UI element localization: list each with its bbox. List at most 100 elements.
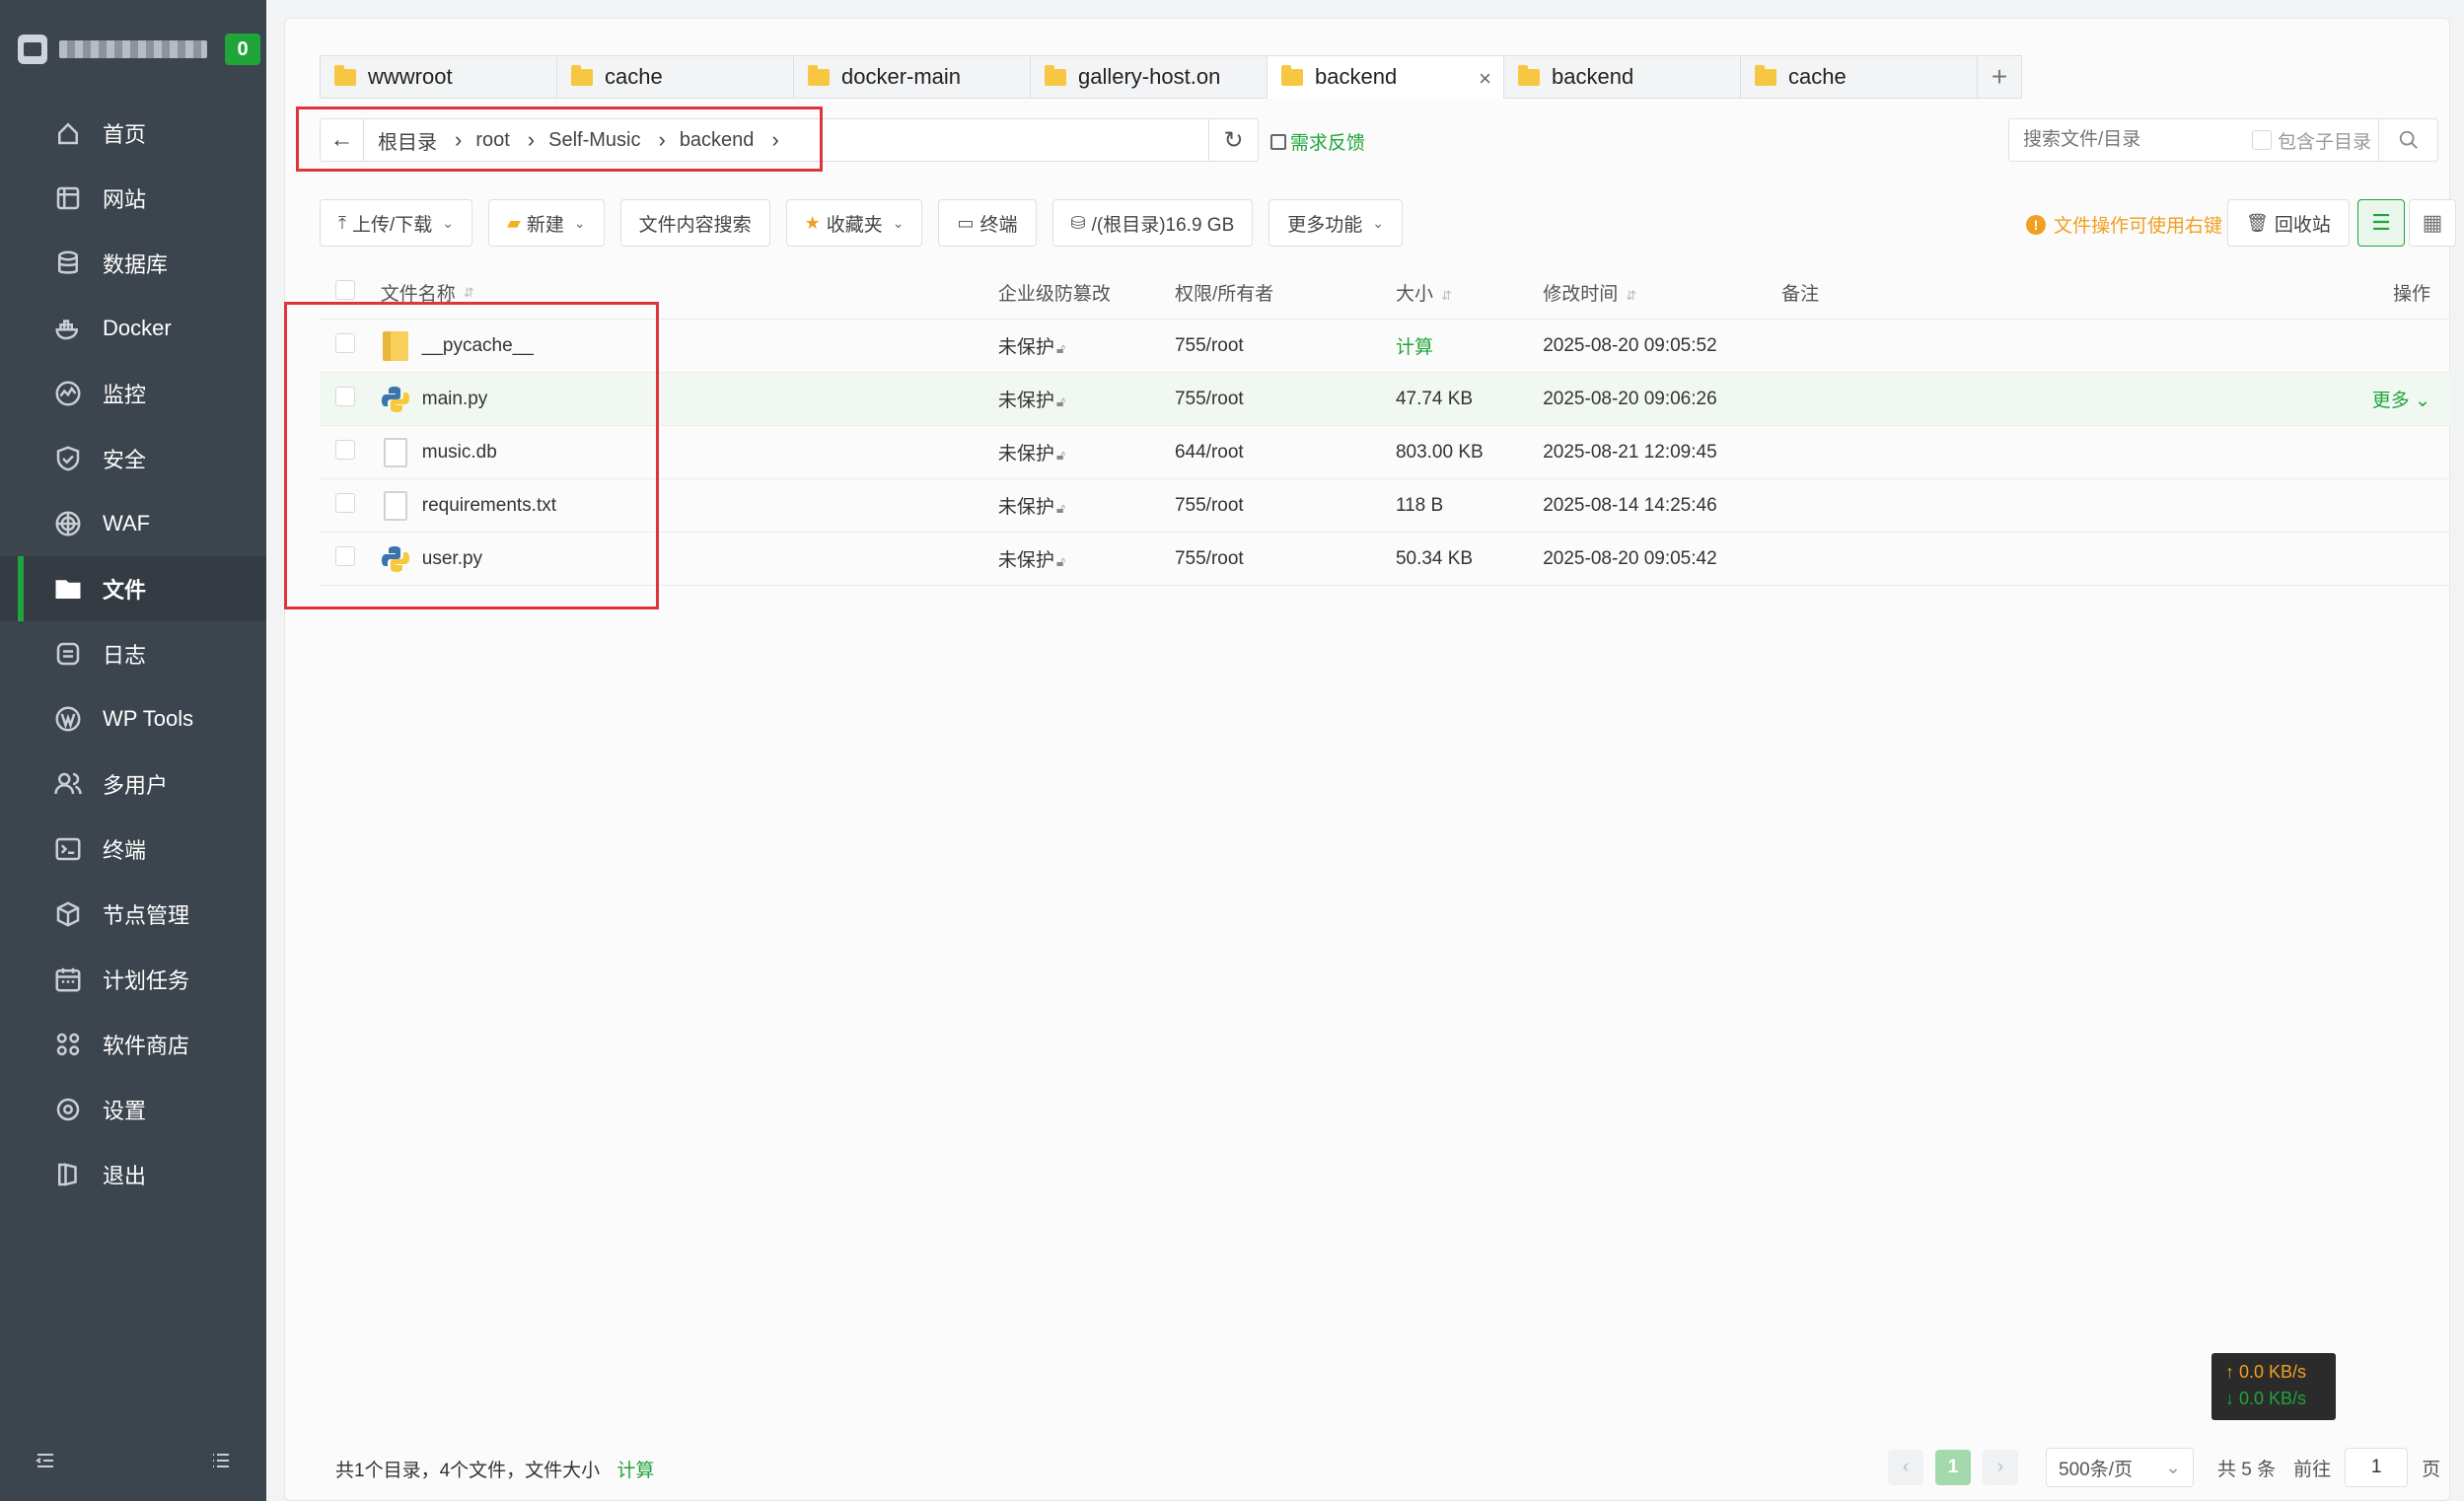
permission[interactable]: 755/root bbox=[1175, 335, 1396, 357]
page-size-select[interactable]: 500条/页 ⌄ bbox=[2046, 1448, 2194, 1487]
protection-status[interactable]: 未保护 bbox=[998, 497, 1054, 518]
terminal-button[interactable]: ▭ 终端 bbox=[938, 199, 1037, 247]
file-size: 50.34 KB bbox=[1395, 547, 1474, 569]
list-view-button[interactable]: ☰ bbox=[2357, 199, 2405, 247]
new-button[interactable]: ▰ 新建 ⌄ bbox=[487, 199, 605, 247]
list-menu-icon[interactable] bbox=[209, 1449, 233, 1477]
home-icon bbox=[53, 118, 83, 148]
sidebar-item-7[interactable]: 文件 bbox=[0, 556, 266, 621]
sidebar-item-13[interactable]: 计划任务 bbox=[0, 947, 266, 1012]
disk-button[interactable]: ⛁/(根目录)16.9 GB bbox=[1051, 199, 1254, 247]
favorites-button[interactable]: ★ 收藏夹 ⌄ bbox=[785, 199, 923, 247]
folder-icon bbox=[808, 64, 830, 86]
sort-icon[interactable]: ⇵ bbox=[1626, 288, 1636, 303]
protection-status[interactable]: 未保护 bbox=[998, 550, 1054, 571]
folder-tab[interactable]: docker-main bbox=[793, 55, 1030, 99]
notification-badge[interactable]: 0 bbox=[225, 34, 260, 65]
grid-view-button[interactable]: ▦ bbox=[2409, 199, 2456, 247]
sidebar-item-5[interactable]: 安全 bbox=[0, 426, 266, 491]
refresh-button[interactable]: ↻ bbox=[1208, 119, 1258, 161]
terminal-icon bbox=[53, 834, 83, 864]
recycle-bin-button[interactable]: 🗑 回收站 bbox=[2227, 199, 2350, 247]
checkbox[interactable] bbox=[2252, 130, 2272, 150]
tab-label: cache bbox=[1788, 64, 1847, 89]
sidebar-item-label: Docker bbox=[103, 316, 172, 340]
col-time[interactable]: 修改时间 bbox=[1543, 284, 1618, 305]
sidebar-item-label: 终端 bbox=[103, 838, 147, 863]
sidebar-item-6[interactable]: WAF bbox=[0, 491, 266, 556]
upload-download-button[interactable]: ⤒ 上传/下载 ⌄ bbox=[320, 199, 472, 247]
folder-tab[interactable]: backend bbox=[1503, 55, 1740, 99]
sort-icon[interactable]: ⇵ bbox=[464, 285, 474, 301]
summary-text: 共1个目录，4个文件，文件大小 bbox=[335, 1461, 601, 1481]
search-button[interactable] bbox=[2378, 119, 2437, 161]
col-size[interactable]: 大小 bbox=[1396, 284, 1433, 305]
sidebar-item-0[interactable]: 首页 bbox=[0, 101, 266, 166]
folder-tab[interactable]: gallery-host.on bbox=[1030, 55, 1267, 99]
logout-icon bbox=[53, 1160, 83, 1189]
folder-tab[interactable]: cache bbox=[556, 55, 793, 99]
search-icon bbox=[2399, 130, 2418, 149]
more-actions[interactable]: 更多 ⌄ bbox=[2331, 386, 2450, 412]
add-tab-button[interactable]: + bbox=[1977, 55, 2022, 99]
include-subdir-checkbox[interactable]: 包含子目录 bbox=[2252, 127, 2371, 154]
sidebar-item-11[interactable]: 终端 bbox=[0, 817, 266, 882]
content-search-label: 文件内容搜索 bbox=[638, 214, 752, 236]
sidebar-item-8[interactable]: 日志 bbox=[0, 621, 266, 686]
modified-time: 2025-08-14 14:25:46 bbox=[1543, 494, 1717, 516]
lock-icon[interactable]: 🔓︎ bbox=[1056, 447, 1065, 463]
feedback-link[interactable]: 需求反馈 bbox=[1270, 128, 1365, 155]
sidebar-item-1[interactable]: 网站 bbox=[0, 166, 266, 231]
lock-icon[interactable]: 🔓︎ bbox=[1056, 553, 1065, 569]
chevron-down-icon: ⌄ bbox=[892, 214, 905, 231]
folder-tab[interactable]: backend × bbox=[1267, 55, 1503, 99]
goto-page-input[interactable]: 1 bbox=[2345, 1448, 2409, 1487]
next-page-button[interactable]: › bbox=[1983, 1450, 2018, 1485]
close-icon[interactable]: × bbox=[1479, 66, 1491, 92]
sidebar-item-label: 网站 bbox=[103, 187, 147, 212]
permission[interactable]: 644/root bbox=[1175, 442, 1396, 464]
total-count: 共 5 条 bbox=[2217, 1459, 2277, 1480]
lock-icon[interactable]: 🔓︎ bbox=[1056, 340, 1065, 356]
more-functions-button[interactable]: 更多功能 ⌄ bbox=[1268, 199, 1404, 247]
chevron-down-icon: ⌄ bbox=[1372, 214, 1385, 231]
sidebar-item-12[interactable]: 节点管理 bbox=[0, 882, 266, 947]
sidebar-item-4[interactable]: 监控 bbox=[0, 361, 266, 426]
file-size: 118 B bbox=[1395, 494, 1444, 516]
modified-time: 2025-08-20 09:06:26 bbox=[1543, 388, 1717, 409]
protection-status[interactable]: 未保护 bbox=[998, 444, 1054, 465]
folder-icon bbox=[1281, 64, 1303, 86]
lock-icon[interactable]: 🔓︎ bbox=[1056, 393, 1065, 409]
file-size[interactable]: 计算 bbox=[1396, 332, 1543, 359]
folder-tab[interactable]: cache bbox=[1740, 55, 1977, 99]
sort-icon[interactable]: ⇵ bbox=[1441, 288, 1452, 303]
sidebar-item-3[interactable]: Docker bbox=[0, 296, 266, 361]
permission[interactable]: 755/root bbox=[1175, 389, 1396, 410]
sidebar-item-14[interactable]: 软件商店 bbox=[0, 1012, 266, 1077]
sidebar-item-9[interactable]: WP Tools bbox=[0, 686, 266, 751]
protection-status[interactable]: 未保护 bbox=[998, 391, 1054, 411]
permission[interactable]: 755/root bbox=[1175, 548, 1396, 570]
collapse-menu-icon[interactable] bbox=[34, 1449, 57, 1477]
calc-link[interactable]: 计算 bbox=[616, 1461, 654, 1481]
select-all-checkbox[interactable] bbox=[335, 279, 355, 300]
search-input[interactable] bbox=[2009, 129, 2252, 151]
new-label: 新建 bbox=[526, 214, 564, 236]
folder-tabs: wwwroot cache docker-main gallery-host.on ba… bbox=[320, 55, 2022, 99]
sidebar-item-10[interactable]: 多用户 bbox=[0, 751, 266, 817]
current-page[interactable]: 1 bbox=[1935, 1450, 1971, 1485]
sidebar-item-label: 设置 bbox=[103, 1099, 147, 1123]
permission[interactable]: 755/root bbox=[1175, 495, 1396, 517]
prev-page-button[interactable]: ‹ bbox=[1888, 1450, 1923, 1485]
content-search-button[interactable]: 文件内容搜索 bbox=[619, 199, 770, 247]
protection-status[interactable]: 未保护 bbox=[998, 337, 1054, 358]
page-unit: 页 bbox=[2422, 1459, 2441, 1480]
info-icon: ! bbox=[2026, 214, 2046, 235]
terminal-icon: ▭ bbox=[957, 212, 975, 233]
folder-tab[interactable]: wwwroot bbox=[320, 55, 556, 99]
sidebar-item-16[interactable]: 退出 bbox=[0, 1142, 266, 1207]
list-icon: ☰ bbox=[2371, 210, 2391, 235]
sidebar-item-15[interactable]: 设置 bbox=[0, 1077, 266, 1142]
sidebar-item-2[interactable]: 数据库 bbox=[0, 231, 266, 296]
lock-icon[interactable]: 🔓︎ bbox=[1056, 500, 1065, 516]
